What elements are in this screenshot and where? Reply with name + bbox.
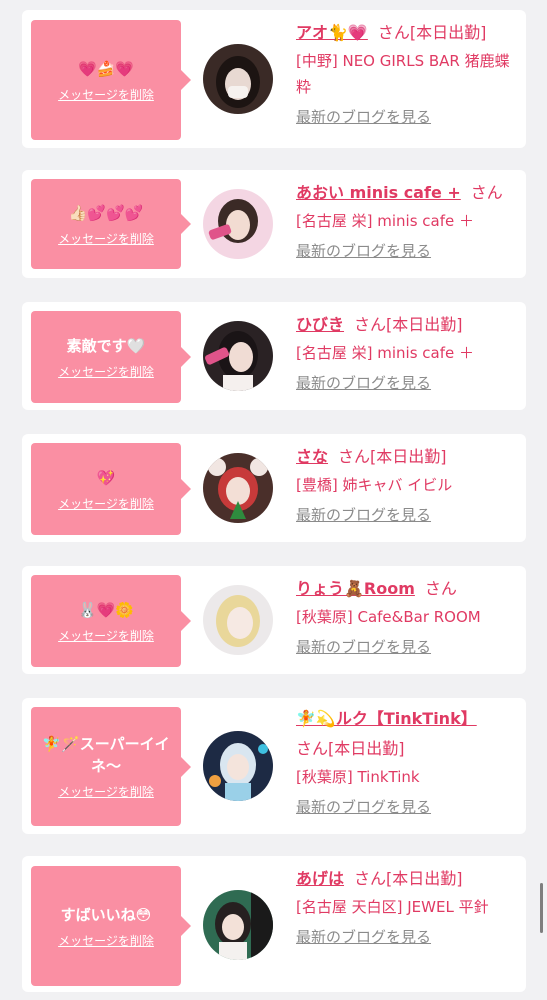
latest-blog-link[interactable]: 最新のブログを見る — [296, 636, 431, 657]
cast-info: 🧚💫ルク【TinkTink】 さん[本日出勤] [秋葉原] TinkTink 最新… — [296, 704, 520, 817]
message-bubble: 🐰💗🌼 メッセージを削除 — [31, 575, 191, 667]
latest-blog-link[interactable]: 最新のブログを見る — [296, 372, 431, 393]
avatar[interactable] — [203, 585, 273, 655]
cast-suffix: さん[本日出勤] — [296, 739, 405, 758]
message-bubble: すばいいね😳 メッセージを削除 — [31, 866, 191, 986]
list-item: 🧚🪄スーパーイイネ〜 メッセージを削除 🧚💫ルク【TinkTink】 さん[本日出… — [22, 698, 526, 834]
message-text: 💗🍰💗 — [77, 59, 135, 78]
message-text: 👍🏻💕💕💕 — [68, 203, 144, 222]
cast-name-link[interactable]: りょう🧸Room — [296, 579, 415, 598]
cast-name-link[interactable]: あおい minis cafe + — [296, 183, 461, 202]
latest-blog-link[interactable]: 最新のブログを見る — [296, 240, 431, 261]
cast-info: あおい minis cafe + さん [名古屋 栄] minis cafe ＋ … — [296, 178, 520, 261]
cast-name-link[interactable]: 🧚💫ルク【TinkTink】 — [296, 709, 477, 728]
avatar[interactable] — [203, 731, 273, 801]
cast-name-link[interactable]: さな — [296, 447, 328, 466]
message-text: 💖 — [96, 468, 116, 487]
message-text: 🐰💗🌼 — [77, 600, 135, 619]
cast-suffix: さん[本日出勤] — [377, 23, 487, 42]
delete-message-link[interactable]: メッセージを削除 — [58, 86, 154, 103]
list-item: すばいいね😳 メッセージを削除 あげは さん[本日出勤] [名古屋 天白区] JE… — [22, 856, 526, 992]
shop-name: [豊橋] 姉キャバ イビル — [296, 476, 453, 494]
delete-message-link[interactable]: メッセージを削除 — [58, 363, 154, 380]
delete-message-link[interactable]: メッセージを削除 — [58, 495, 154, 512]
cast-info: アオ🐈💗 さん[本日出勤] [中野] NEO GIRLS BAR 猪鹿蝶 粋 最新… — [296, 18, 520, 127]
message-bubble: 素敵です🤍 メッセージを削除 — [31, 311, 191, 403]
delete-message-link[interactable]: メッセージを削除 — [58, 627, 154, 644]
list-item: 🐰💗🌼 メッセージを削除 りょう🧸Room さん [秋葉原] Cafe&Bar R… — [22, 566, 526, 674]
list-item: 💗🍰💗 メッセージを削除 アオ🐈💗 さん[本日出勤] [中野] NEO GIRLS… — [22, 10, 526, 148]
delete-message-link[interactable]: メッセージを削除 — [58, 932, 154, 949]
avatar[interactable] — [203, 189, 273, 259]
latest-blog-link[interactable]: 最新のブログを見る — [296, 106, 431, 127]
list-item: 素敵です🤍 メッセージを削除 ひびき さん[本日出勤] [名古屋 栄] minis… — [22, 302, 526, 410]
cast-suffix: さん[本日出勤] — [354, 869, 463, 888]
cast-suffix: さん — [424, 579, 457, 598]
cast-name-link[interactable]: アオ🐈💗 — [296, 23, 368, 42]
latest-blog-link[interactable]: 最新のブログを見る — [296, 504, 431, 525]
avatar[interactable] — [203, 890, 273, 960]
cast-info: ひびき さん[本日出勤] [名古屋 栄] minis cafe ＋ 最新のブログを… — [296, 310, 520, 393]
shop-name: [名古屋 栄] minis cafe ＋ — [296, 212, 474, 230]
avatar[interactable] — [203, 44, 273, 114]
avatar[interactable] — [203, 321, 273, 391]
message-text: 🧚🪄スーパーイイネ〜 — [42, 735, 170, 775]
cast-name-link[interactable]: あげは — [296, 869, 344, 888]
cast-info: りょう🧸Room さん [秋葉原] Cafe&Bar ROOM 最新のブログを見る — [296, 574, 520, 657]
message-bubble: 🧚🪄スーパーイイネ〜 メッセージを削除 — [31, 707, 191, 826]
message-bubble: 💖 メッセージを削除 — [31, 443, 191, 535]
cast-suffix: さん[本日出勤] — [338, 447, 447, 466]
latest-blog-link[interactable]: 最新のブログを見る — [296, 926, 431, 947]
shop-name: [中野] NEO GIRLS BAR 猪鹿蝶 粋 — [296, 52, 510, 96]
cast-info: さな さん[本日出勤] [豊橋] 姉キャバ イビル 最新のブログを見る — [296, 442, 520, 525]
shop-name: [名古屋 天白区] JEWEL 平針 — [296, 898, 489, 916]
delete-message-link[interactable]: メッセージを削除 — [58, 230, 154, 247]
cast-suffix: さん — [470, 183, 503, 202]
message-bubble: 💗🍰💗 メッセージを削除 — [31, 20, 191, 140]
cast-info: あげは さん[本日出勤] [名古屋 天白区] JEWEL 平針 最新のブログを見る — [296, 864, 520, 947]
message-bubble: 👍🏻💕💕💕 メッセージを削除 — [31, 179, 191, 269]
scrollbar[interactable] — [540, 883, 543, 933]
latest-blog-link[interactable]: 最新のブログを見る — [296, 796, 431, 817]
message-text: すばいいね😳 — [60, 905, 152, 924]
shop-name: [名古屋 栄] minis cafe ＋ — [296, 344, 474, 362]
cast-suffix: さん[本日出勤] — [354, 315, 463, 334]
list-item: 👍🏻💕💕💕 メッセージを削除 あおい minis cafe + さん [名古屋 栄… — [22, 170, 526, 278]
message-text: 素敵です🤍 — [66, 336, 146, 355]
shop-name: [秋葉原] TinkTink — [296, 768, 420, 786]
list-item: 💖 メッセージを削除 さな さん[本日出勤] [豊橋] 姉キャバ イビル 最新のブ… — [22, 434, 526, 542]
cast-name-link[interactable]: ひびき — [296, 315, 344, 334]
avatar[interactable] — [203, 453, 273, 523]
shop-name: [秋葉原] Cafe&Bar ROOM — [296, 608, 481, 626]
delete-message-link[interactable]: メッセージを削除 — [58, 783, 154, 800]
